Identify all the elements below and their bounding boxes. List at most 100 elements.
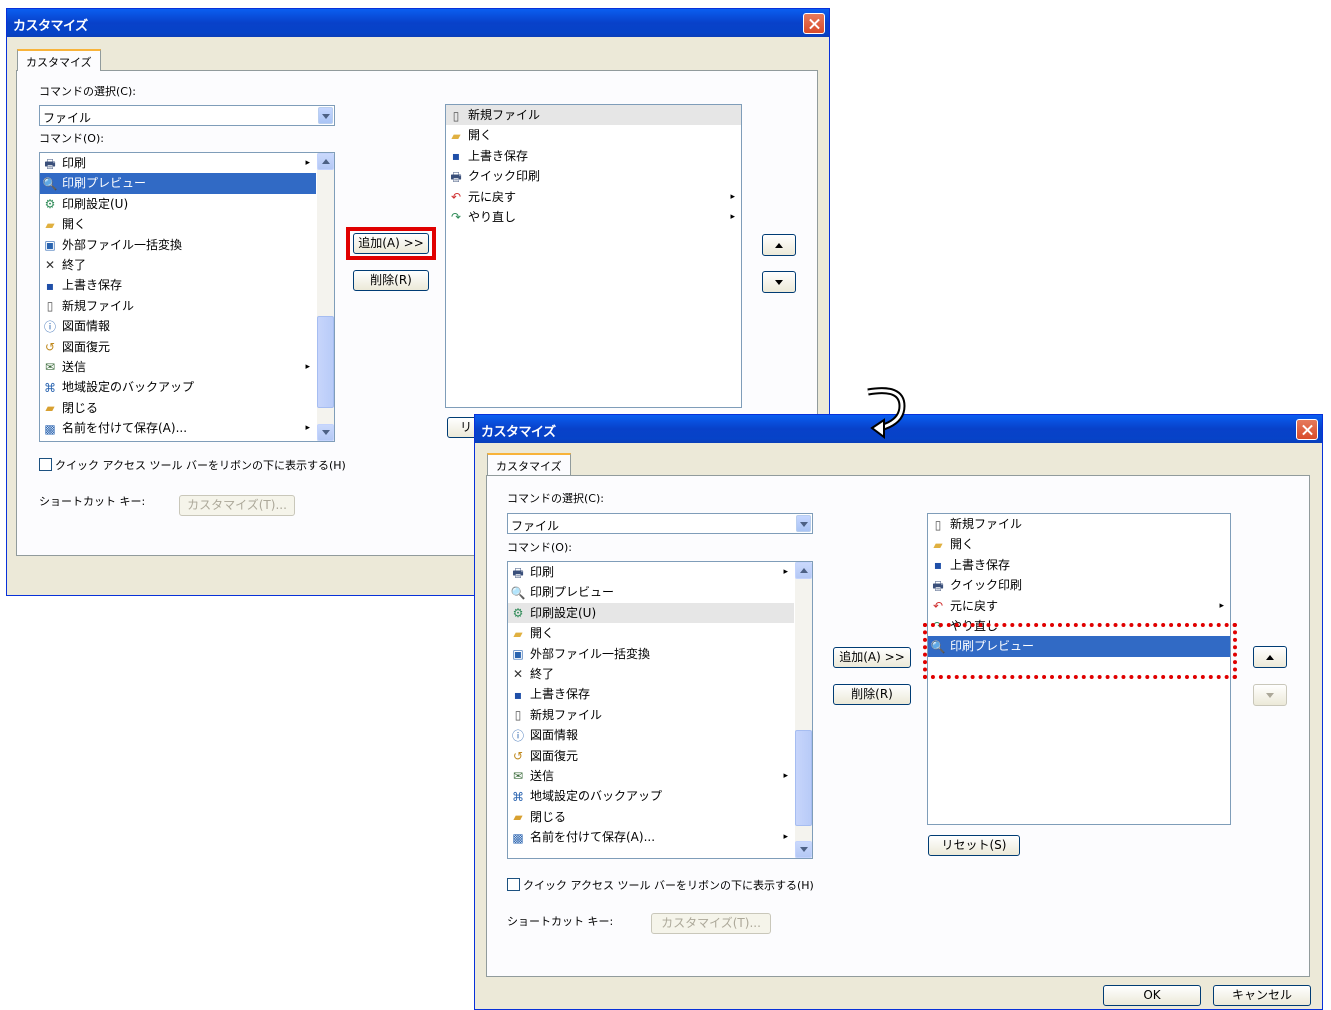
- list-item[interactable]: ▯ 新規ファイル: [446, 105, 741, 126]
- chevron-down-icon[interactable]: [318, 107, 333, 124]
- move-down-button[interactable]: [1253, 684, 1287, 706]
- list-item-label: 図面情報: [62, 319, 111, 334]
- tab-customize[interactable]: カスタマイズ: [487, 453, 571, 475]
- list-item[interactable]: ⓘ 図面情報: [40, 316, 316, 336]
- list-item[interactable]: ↺ 図面復元: [508, 746, 794, 766]
- submenu-arrow-icon: ▸: [305, 423, 310, 434]
- list-item-label: 新規ファイル: [950, 517, 1023, 531]
- list-item[interactable]: ▩ 名前を付けて保存(A)... ▸: [40, 418, 316, 438]
- list-item[interactable]: ▪ 上書き保存: [928, 555, 1230, 575]
- list-item[interactable]: ✕ 終了: [508, 664, 794, 684]
- list-item[interactable]: ▣ 外部ファイル一括変換: [40, 235, 316, 255]
- shortcut-label: ショートカット キー:: [507, 915, 614, 928]
- remove-button[interactable]: 削除(R): [833, 684, 911, 705]
- new-file-icon: ▯: [514, 708, 522, 723]
- list-item[interactable]: ✉ 送信 ▸: [40, 357, 316, 377]
- list-item[interactable]: 🖶 印刷 ▸: [508, 562, 794, 582]
- list-item-label: 開く: [62, 217, 87, 232]
- list-item[interactable]: ▪ 上書き保存: [40, 275, 316, 295]
- vertical-scrollbar[interactable]: [317, 153, 334, 441]
- list-item[interactable]: ▩ 名前を付けて保存(A)... ▸: [508, 827, 794, 847]
- list-item-label: 送信: [62, 359, 87, 374]
- remove-button[interactable]: 削除(R): [353, 270, 429, 291]
- list-item[interactable]: ✉ 送信 ▸: [508, 766, 794, 786]
- scroll-up-button[interactable]: [317, 153, 334, 170]
- send-icon: ✉: [512, 769, 524, 784]
- drawing-info-icon: ⓘ: [511, 728, 524, 743]
- new-file-icon: ▯: [452, 108, 460, 123]
- list-item[interactable]: ▯ 新規ファイル: [508, 705, 794, 725]
- shortcut-customize-button[interactable]: カスタマイズ(T)...: [651, 913, 771, 934]
- transition-arrow-icon: [867, 387, 906, 439]
- drawing-restore-icon: ↺: [512, 749, 524, 764]
- list-item[interactable]: ⚙ 印刷設定(U): [40, 194, 316, 214]
- list-item[interactable]: ↶ 元に戻す ▸: [446, 187, 741, 207]
- list-item[interactable]: ▰ 開く: [508, 623, 794, 643]
- list-item[interactable]: 🖶 印刷 ▸: [40, 153, 316, 173]
- move-up-button[interactable]: [762, 234, 796, 256]
- list-item-label: 開く: [530, 626, 555, 641]
- list-item[interactable]: ▪ 上書き保存: [446, 146, 741, 166]
- scroll-down-button[interactable]: [795, 841, 812, 858]
- list-item[interactable]: 🔍 印刷プレビュー: [508, 582, 794, 602]
- save-icon: ▪: [933, 558, 943, 573]
- add-button[interactable]: 追加(A) >>: [833, 647, 911, 668]
- list-item-label: 閉じる: [62, 400, 99, 415]
- ok-button[interactable]: OK: [1103, 985, 1201, 1006]
- move-up-button[interactable]: [1253, 646, 1287, 668]
- list-item-label: 名前を付けて保存(A)...: [62, 421, 188, 436]
- commands-list[interactable]: 🖶 印刷 ▸ 🔍 印刷プレビュー ⚙ 印刷設定(U) ▰ 開く ▣ 外部ファイル一括変換 ✕ 終了 ▪ 上書…: [39, 152, 335, 442]
- move-down-button[interactable]: [762, 271, 796, 293]
- scroll-down-button[interactable]: [317, 424, 334, 441]
- close-button[interactable]: [1296, 419, 1318, 440]
- list-item[interactable]: ↷ やり直し ▸: [446, 207, 741, 227]
- commands-list[interactable]: 🖶 印刷 ▸ 🔍 印刷プレビュー ⚙ 印刷設定(U) ▰ 開く ▣ 外部ファイル一括変換 ✕ 終了 ▪ 上書…: [507, 561, 813, 859]
- list-item[interactable]: ↺ 図面復元: [40, 337, 316, 357]
- undo-icon: ↶: [450, 190, 462, 205]
- tab-customize[interactable]: カスタマイズ: [17, 49, 101, 71]
- scroll-up-button[interactable]: [795, 562, 812, 579]
- list-item[interactable]: ▰ 閉じる: [508, 807, 794, 827]
- list-item-label: やり直し: [468, 209, 517, 224]
- list-item[interactable]: ▰ 開く: [928, 534, 1230, 554]
- command-category-select[interactable]: ファイル: [507, 513, 813, 534]
- submenu-arrow-icon: ▸: [783, 567, 788, 577]
- dialog-title: カスタマイズ: [13, 19, 88, 34]
- reset-button[interactable]: リセット(S): [928, 835, 1020, 856]
- command-category-select[interactable]: ファイル: [39, 105, 335, 126]
- list-item[interactable]: ▪ 上書き保存: [508, 684, 794, 704]
- list-item[interactable]: ▰ 開く: [40, 214, 316, 234]
- list-item[interactable]: 🖶 クイック印刷: [446, 166, 741, 186]
- title-bar[interactable]: カスタマイズ: [7, 9, 829, 37]
- list-item[interactable]: ⓘ 図面情報: [508, 725, 794, 745]
- list-item[interactable]: ✕ 終了: [40, 255, 316, 275]
- list-item[interactable]: ▯ 新規ファイル: [40, 296, 316, 316]
- list-item[interactable]: 🖶 クイック印刷: [928, 575, 1230, 595]
- list-item[interactable]: 🔍 印刷プレビュー: [40, 173, 316, 194]
- scroll-thumb[interactable]: [317, 316, 334, 408]
- list-item[interactable]: ⚙ 印刷設定(U): [508, 602, 794, 624]
- redo-icon: ↷: [450, 210, 462, 225]
- list-item-label: 印刷設定(U): [530, 605, 597, 620]
- list-item[interactable]: ▣ 外部ファイル一括変換: [508, 644, 794, 664]
- list-item[interactable]: ▰ 閉じる: [40, 398, 316, 418]
- list-item[interactable]: ▯ 新規ファイル: [928, 514, 1230, 534]
- vertical-scrollbar[interactable]: [795, 562, 812, 858]
- list-item[interactable]: ⌘ 地域設定のバックアップ: [508, 786, 794, 806]
- batch-convert-icon: ▣: [512, 647, 524, 662]
- cancel-button[interactable]: キャンセル: [1213, 985, 1311, 1006]
- checkbox-box[interactable]: [507, 878, 520, 891]
- scroll-thumb[interactable]: [795, 730, 812, 826]
- list-item[interactable]: ⌘ 地域設定のバックアップ: [40, 377, 316, 397]
- drawing-info-icon: ⓘ: [43, 319, 56, 334]
- shortcut-customize-button[interactable]: カスタマイズ(T)...: [179, 495, 295, 516]
- new-file-icon: ▯: [934, 517, 942, 532]
- exit-icon: ✕: [44, 258, 56, 273]
- toolbar-commands-list[interactable]: ▯ 新規ファイル ▰ 開く ▪ 上書き保存 🖶 クイック印刷 ↶ 元に戻す ▸ ↷ やり直し ▸: [445, 104, 742, 408]
- close-button[interactable]: [803, 13, 825, 34]
- list-item[interactable]: ↶ 元に戻す ▸: [928, 596, 1230, 616]
- checkbox-box[interactable]: [39, 458, 52, 471]
- chevron-down-icon[interactable]: [796, 515, 811, 532]
- list-item[interactable]: ▰ 開く: [446, 125, 741, 145]
- print-preview-icon: 🔍: [42, 176, 58, 191]
